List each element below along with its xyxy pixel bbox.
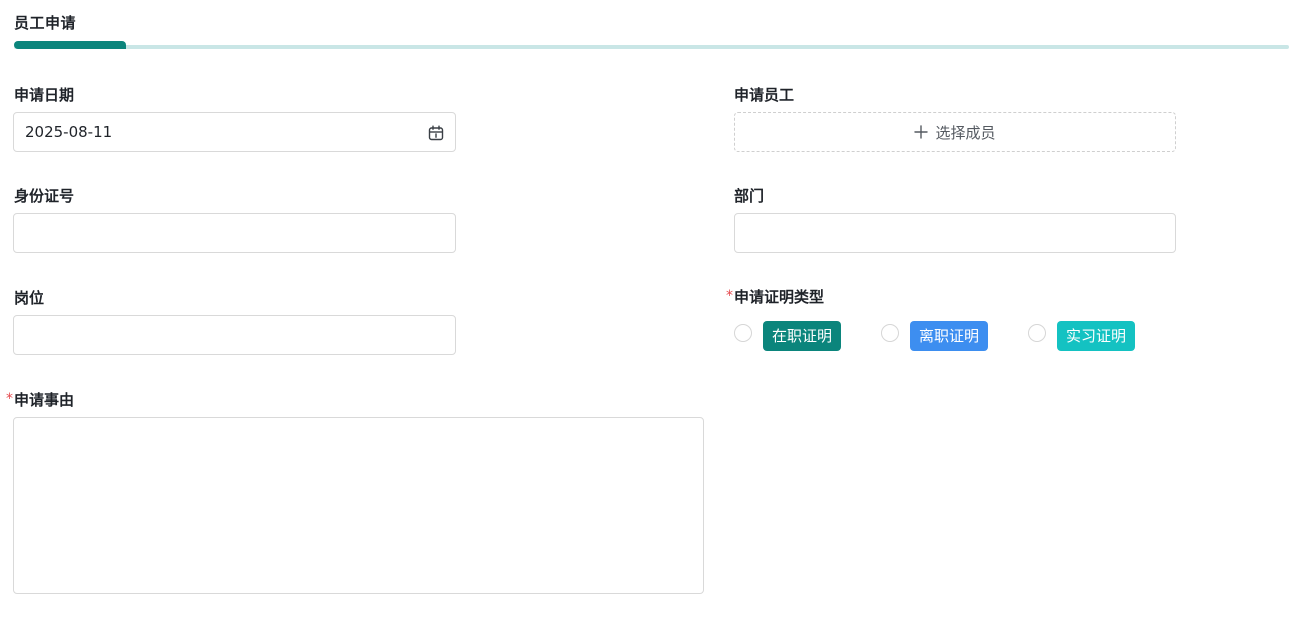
id-number-label: 身份证号 — [14, 187, 75, 205]
tag-resignation: 离职证明 — [910, 321, 989, 351]
tag-internship: 实习证明 — [1057, 321, 1136, 351]
department-field[interactable] — [735, 214, 1175, 252]
reason-label-text: 申请事由 — [14, 391, 75, 409]
section-title-underline — [14, 45, 1289, 49]
tag-employment: 在职证明 — [763, 321, 842, 351]
position-field[interactable] — [14, 316, 455, 354]
reason-label: * 申请事由 — [6, 390, 75, 410]
certificate-type-label-text: 申请证明类型 — [734, 288, 825, 306]
select-member-label: 选择成员 — [935, 123, 996, 142]
radio-resignation[interactable] — [881, 324, 899, 342]
reason-textarea[interactable] — [13, 417, 704, 594]
id-number-field-wrapper — [13, 213, 456, 253]
plus-icon — [914, 125, 929, 139]
certificate-option-internship[interactable]: 实习证明 — [1028, 321, 1136, 351]
certificate-option-resignation[interactable]: 离职证明 — [881, 321, 989, 351]
employee-application-form: 员工申请 申请日期 2025-08-11 申请员工 选择成员 身份证号 部门 岗… — [0, 0, 1289, 630]
apply-date-value: 2025-08-11 — [25, 123, 113, 141]
section-title: 员工申请 — [14, 14, 77, 32]
required-marker: * — [726, 288, 733, 304]
position-label: 岗位 — [14, 289, 45, 307]
position-field-wrapper — [13, 315, 456, 355]
certificate-option-employment[interactable]: 在职证明 — [734, 321, 842, 351]
certificate-type-label: * 申请证明类型 — [726, 287, 825, 307]
section-title-accent — [14, 41, 126, 49]
department-label: 部门 — [734, 187, 765, 205]
select-member-button[interactable]: 选择成员 — [734, 112, 1176, 152]
required-marker: * — [6, 391, 13, 407]
department-field-wrapper — [734, 213, 1176, 253]
calendar-icon[interactable] — [428, 125, 444, 141]
apply-employee-label: 申请员工 — [734, 86, 795, 104]
apply-date-label: 申请日期 — [14, 86, 75, 104]
radio-internship[interactable] — [1028, 324, 1046, 342]
id-number-field[interactable] — [14, 214, 455, 252]
apply-date-picker[interactable]: 2025-08-11 — [13, 112, 456, 152]
radio-employment[interactable] — [734, 324, 752, 342]
